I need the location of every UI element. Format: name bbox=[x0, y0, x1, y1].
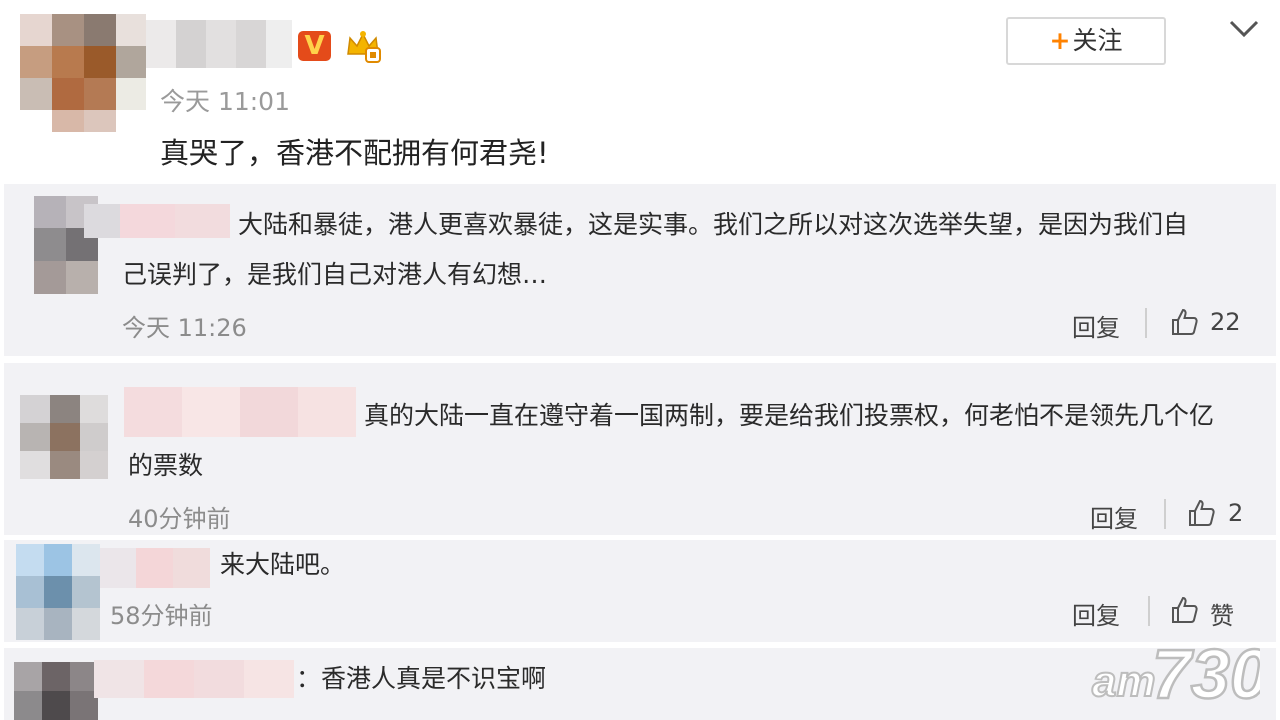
comment-username-blurred[interactable] bbox=[100, 548, 210, 588]
comment-timestamp: 今天 11:26 bbox=[122, 314, 247, 342]
am730-watermark-logo: am 730 bbox=[1090, 630, 1270, 715]
comment-avatar[interactable] bbox=[16, 544, 100, 640]
comment-text-line2: 己误判了，是我们自己对港人有幻想… bbox=[122, 260, 548, 289]
comment-item: 真的大陆一直在遵守着一国两制，要是给我们投票权，何老怕不是领先几个亿 的票数 4… bbox=[4, 363, 1276, 535]
weibo-post: V 今天 11:01 真哭了，香港不配拥有何君尧! +关注 bbox=[0, 0, 1280, 183]
thumbs-up-icon[interactable] bbox=[1187, 498, 1217, 528]
comment-item: 大陆和暴徒，港人更喜欢暴徒，这是实事。我们之所以对这次选举失望，是因为我们自 己… bbox=[4, 184, 1276, 356]
comment-text-line1: 大陆和暴徒，港人更喜欢暴徒，这是实事。我们之所以对这次选举失望，是因为我们自 bbox=[238, 210, 1189, 239]
follow-button[interactable]: +关注 bbox=[1006, 17, 1166, 65]
divider bbox=[1164, 499, 1166, 529]
follow-label: 关注 bbox=[1072, 26, 1123, 55]
post-timestamp: 今天 11:01 bbox=[160, 87, 290, 116]
thumbs-up-icon[interactable] bbox=[1170, 595, 1200, 625]
comment-text-line2: 的票数 bbox=[128, 451, 204, 480]
comment-text: ：香港人真是不识宝啊 bbox=[296, 664, 547, 693]
comment-text-line1: 真的大陆一直在遵守着一国两制，要是给我们投票权，何老怕不是领先几个亿 bbox=[364, 401, 1215, 430]
chevron-down-icon[interactable] bbox=[1226, 14, 1262, 44]
like-count: 赞 bbox=[1210, 602, 1234, 630]
reply-button[interactable]: 回复 bbox=[1072, 596, 1120, 631]
comment-username-blurred[interactable] bbox=[124, 387, 356, 437]
svg-text:730: 730 bbox=[1152, 635, 1260, 710]
divider bbox=[1148, 596, 1150, 626]
comment-text: 来大陆吧。 bbox=[220, 550, 346, 579]
like-count: 2 bbox=[1228, 499, 1244, 527]
reply-button[interactable]: 回复 bbox=[1090, 499, 1138, 534]
svg-text:am: am bbox=[1092, 657, 1156, 706]
divider bbox=[1145, 308, 1147, 338]
verified-v-icon: V bbox=[298, 31, 331, 61]
thumbs-up-icon[interactable] bbox=[1170, 307, 1200, 337]
comment-username-blurred[interactable] bbox=[84, 204, 230, 238]
like-count: 22 bbox=[1210, 308, 1241, 336]
comment-username-blurred[interactable] bbox=[94, 660, 294, 698]
plus-icon: + bbox=[1049, 26, 1071, 55]
comment-item: ：香港人真是不识宝啊 bbox=[4, 648, 1276, 720]
comment-avatar[interactable] bbox=[20, 395, 108, 479]
post-avatar[interactable] bbox=[20, 14, 146, 132]
comment-timestamp: 40分钟前 bbox=[128, 505, 231, 533]
comment-avatar[interactable] bbox=[14, 662, 98, 720]
post-text: 真哭了，香港不配拥有何君尧! bbox=[160, 136, 549, 170]
crown-icon bbox=[344, 28, 382, 64]
comment-item: 来大陆吧。 58分钟前 回复 赞 bbox=[4, 540, 1276, 642]
comment-timestamp: 58分钟前 bbox=[110, 602, 213, 630]
reply-button[interactable]: 回复 bbox=[1072, 308, 1120, 343]
post-username-blurred[interactable] bbox=[146, 20, 292, 68]
